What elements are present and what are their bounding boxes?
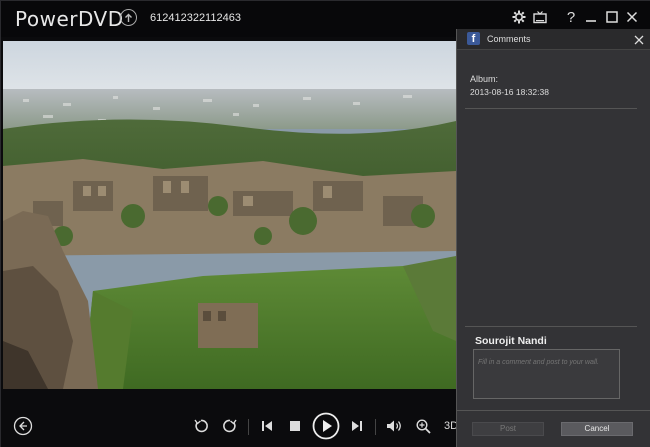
album-label: Album: <box>470 74 499 84</box>
previous-icon[interactable] <box>255 414 279 438</box>
next-icon[interactable] <box>345 414 369 438</box>
stop-icon[interactable] <box>283 414 307 438</box>
upload-icon[interactable] <box>120 9 137 26</box>
divider <box>465 108 637 109</box>
playback-controls: 3D <box>1 406 458 447</box>
divider <box>457 410 650 411</box>
album-date: 2013-08-16 18:32:38 <box>470 87 549 97</box>
gear-icon[interactable] <box>510 8 528 26</box>
zoom-icon[interactable] <box>411 414 435 438</box>
minimize-icon[interactable] <box>582 8 600 26</box>
rotate-left-icon[interactable] <box>189 414 213 438</box>
file-name: 612412322112463 <box>150 12 241 24</box>
powerdvd-window: PowerDVD 612412322112463 ? 3D f Comments… <box>0 0 650 447</box>
help-icon[interactable]: ? <box>562 8 580 26</box>
app-title: PowerDVD <box>15 7 124 31</box>
volume-icon[interactable] <box>382 414 406 438</box>
post-button[interactable]: Post <box>472 422 544 436</box>
user-name: Sourojit Nandi <box>475 335 547 347</box>
video-frame[interactable] <box>3 41 456 389</box>
rotate-right-icon[interactable] <box>218 414 242 438</box>
comment-input[interactable] <box>473 349 620 399</box>
divider <box>465 326 637 327</box>
tv-mode-icon[interactable] <box>531 8 549 26</box>
facebook-icon: f <box>467 32 480 45</box>
panel-title: Comments <box>487 34 531 44</box>
panel-header: f Comments <box>457 29 650 50</box>
comments-panel: f Comments Album: 2013-08-16 18:32:38 So… <box>456 29 650 447</box>
panel-close-icon[interactable] <box>633 33 645 45</box>
separator <box>248 419 249 435</box>
close-icon[interactable] <box>623 8 641 26</box>
play-icon[interactable] <box>311 411 341 441</box>
cancel-button[interactable]: Cancel <box>561 422 633 436</box>
back-icon[interactable] <box>11 414 35 438</box>
separator <box>375 419 376 435</box>
maximize-icon[interactable] <box>603 8 621 26</box>
